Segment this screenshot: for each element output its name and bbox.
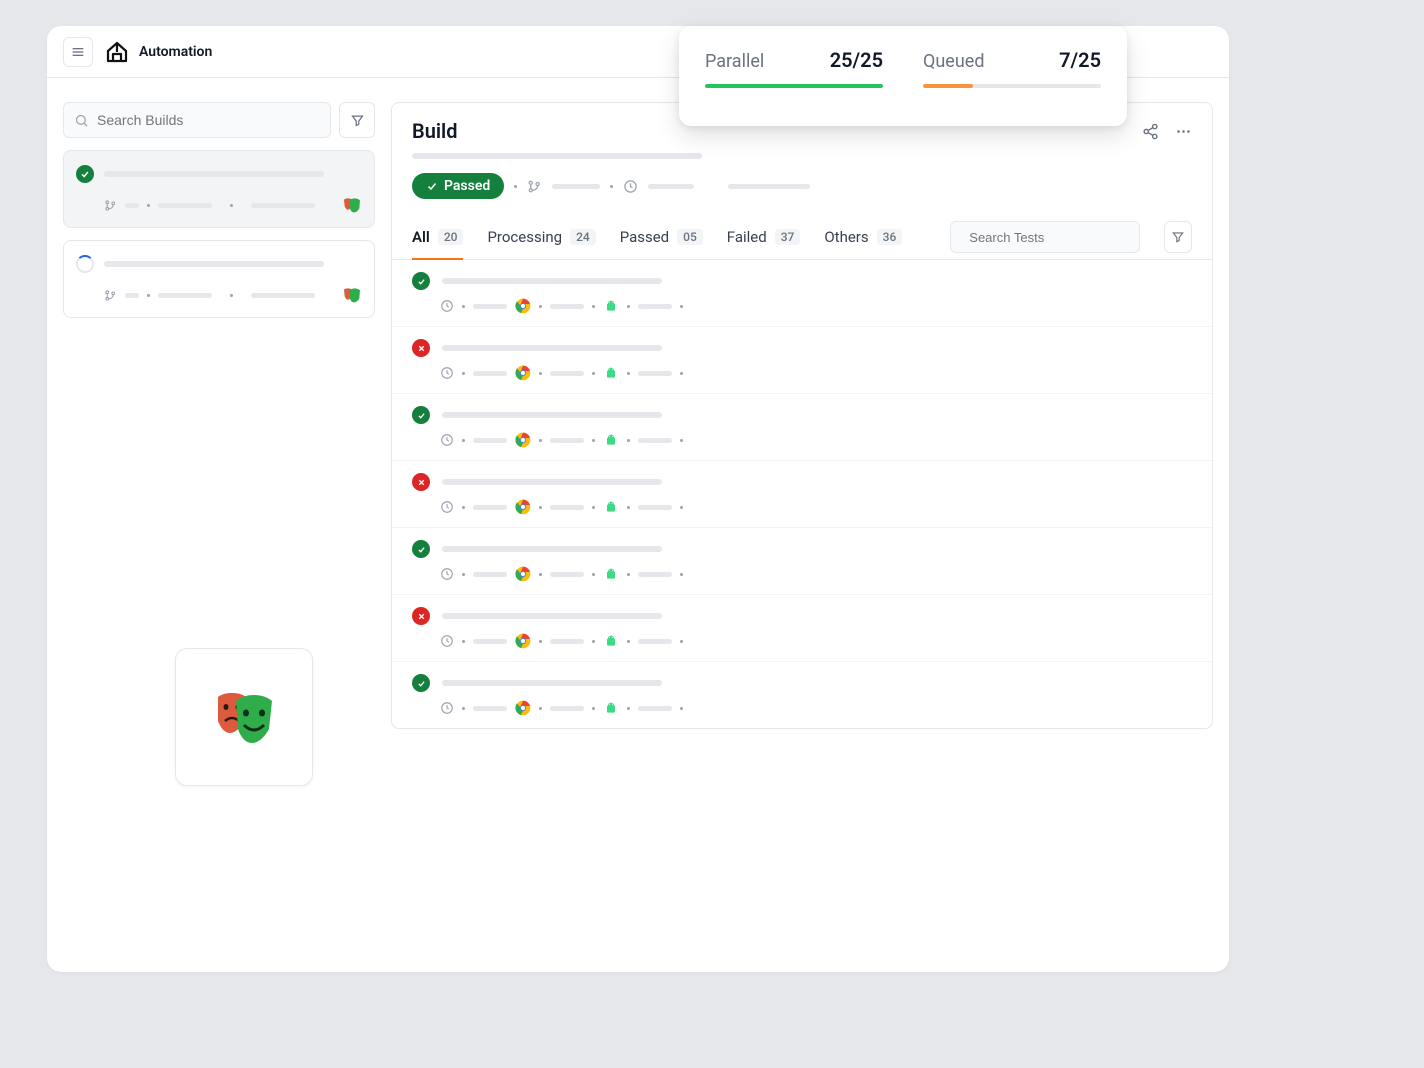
stat-queued-value: 7/25 [1059, 48, 1101, 72]
status-passed-icon [412, 540, 430, 558]
filter-icon [350, 113, 365, 128]
status-badge: Passed [412, 173, 504, 199]
clock-icon [440, 567, 454, 581]
tab-count: 37 [775, 229, 801, 245]
tab-passed[interactable]: Passed 05 [620, 216, 703, 260]
status-running-icon [76, 255, 94, 273]
masks-icon [208, 687, 280, 747]
android-icon [603, 700, 619, 716]
sidebar [63, 102, 375, 956]
test-row[interactable] [392, 394, 1212, 461]
tab-label: Others [824, 228, 868, 246]
tabs: All 20 Processing 24 Passed 05 Failed 37… [392, 215, 1212, 260]
clock-icon [440, 500, 454, 514]
android-icon [603, 365, 619, 381]
search-tests-input[interactable] [950, 221, 1140, 253]
tab-label: Passed [620, 228, 669, 246]
house-logo-icon [105, 40, 129, 64]
tab-processing[interactable]: Processing 24 [487, 216, 595, 260]
status-failed-icon [412, 473, 430, 491]
branch-icon [527, 179, 542, 194]
stat-queued-bar [923, 84, 973, 88]
status-passed-icon [412, 272, 430, 290]
status-passed-icon [76, 165, 94, 183]
clock-icon [440, 299, 454, 313]
status-failed-icon [412, 607, 430, 625]
masks-icon [342, 197, 362, 213]
test-row[interactable] [392, 662, 1212, 728]
branch-icon [104, 289, 117, 302]
chrome-icon [515, 499, 531, 515]
android-icon [603, 432, 619, 448]
stat-queued: Queued 7/25 [923, 48, 1101, 108]
share-icon [1142, 123, 1159, 140]
filter-tests-button[interactable] [1164, 221, 1192, 253]
stat-queued-label: Queued [923, 51, 984, 72]
branch-icon [104, 199, 117, 212]
status-passed-icon [412, 406, 430, 424]
tab-label: Failed [727, 228, 767, 246]
tab-count: 24 [570, 229, 596, 245]
chrome-icon [515, 700, 531, 716]
clock-icon [440, 433, 454, 447]
clock-icon [440, 634, 454, 648]
android-icon [603, 633, 619, 649]
menu-button[interactable] [63, 37, 93, 67]
search-builds-input[interactable] [63, 102, 331, 138]
android-icon [603, 298, 619, 314]
masks-icon [342, 287, 362, 303]
filter-builds-button[interactable] [339, 102, 375, 138]
framework-logo-card [175, 648, 313, 786]
android-icon [603, 499, 619, 515]
test-row[interactable] [392, 595, 1212, 662]
search-icon [74, 113, 89, 128]
chrome-icon [515, 633, 531, 649]
tab-count: 20 [438, 229, 464, 245]
tab-others[interactable]: Others 36 [824, 216, 902, 260]
clock-icon [440, 701, 454, 715]
build-panel: Build [391, 102, 1213, 729]
chrome-icon [515, 432, 531, 448]
more-icon [1175, 123, 1192, 140]
stat-parallel-bar [705, 84, 883, 88]
android-icon [603, 566, 619, 582]
chrome-icon [515, 566, 531, 582]
test-row[interactable] [392, 528, 1212, 595]
stats-card: Parallel 25/25 Queued 7/25 [679, 26, 1127, 126]
main: Build [391, 102, 1213, 956]
share-button[interactable] [1142, 123, 1159, 140]
app-window: Automation Parallel 25/25 Queued 7/25 [47, 26, 1229, 972]
tab-failed[interactable]: Failed 37 [727, 216, 801, 260]
status-failed-icon [412, 339, 430, 357]
clock-icon [623, 179, 638, 194]
check-icon [426, 180, 438, 192]
stat-parallel: Parallel 25/25 [705, 48, 883, 108]
chrome-icon [515, 298, 531, 314]
build-card[interactable] [63, 240, 375, 318]
test-row[interactable] [392, 461, 1212, 528]
status-passed-icon [412, 674, 430, 692]
chrome-icon [515, 365, 531, 381]
stat-parallel-label: Parallel [705, 51, 764, 72]
tab-label: All [412, 228, 430, 246]
clock-icon [440, 366, 454, 380]
build-title: Build [412, 119, 458, 143]
build-card[interactable] [63, 150, 375, 228]
test-row[interactable] [392, 327, 1212, 394]
more-button[interactable] [1175, 123, 1192, 140]
tab-label: Processing [487, 228, 562, 246]
tab-count: 05 [677, 229, 703, 245]
tab-all[interactable]: All 20 [412, 216, 463, 260]
test-row[interactable] [392, 260, 1212, 327]
filter-icon [1171, 230, 1185, 244]
body: Build [47, 78, 1229, 972]
logo: Automation [105, 40, 212, 64]
stat-parallel-value: 25/25 [830, 48, 883, 72]
app-title: Automation [139, 44, 212, 60]
tab-count: 36 [877, 229, 903, 245]
